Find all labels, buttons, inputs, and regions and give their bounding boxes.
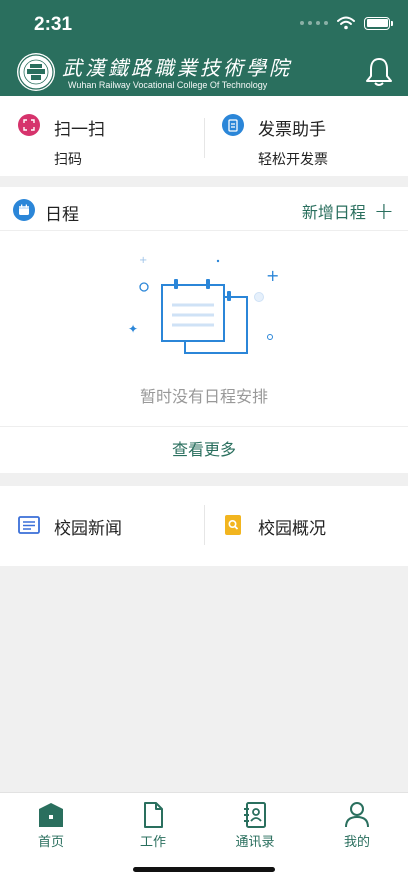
calendar-icon	[13, 199, 35, 221]
home-icon	[39, 803, 63, 827]
schedule-header: 日程 新增日程 +	[0, 187, 408, 231]
college-seal-logo	[17, 53, 55, 91]
header: 2:31 武漢鐵路職業技術學院 Wuhan Railway Vocational…	[0, 0, 408, 96]
schedule-card: 日程 新增日程 + + + ✦ 暂时没有日程安排 查看更多	[0, 187, 408, 473]
tab-home-label: 首页	[37, 835, 64, 850]
signal-dots-icon	[300, 21, 328, 25]
battery-icon	[364, 16, 393, 30]
document-icon	[144, 802, 163, 828]
view-more-link[interactable]: 查看更多	[0, 426, 408, 473]
add-schedule-button[interactable]: 新增日程 +	[302, 199, 394, 223]
user-icon	[345, 802, 369, 828]
tab-work-label: 工作	[139, 835, 166, 850]
quick-divider	[204, 118, 205, 158]
empty-schedule-text: 暂时没有日程安排	[139, 387, 268, 406]
svg-text:+: +	[139, 255, 147, 266]
status-icons	[300, 16, 393, 30]
svg-text:✦: ✦	[128, 322, 138, 336]
invoice-title: 发票助手	[258, 120, 326, 140]
campus-overview-title: 校园概况	[258, 519, 326, 539]
scan-icon	[18, 114, 40, 136]
svg-text:+: +	[266, 266, 279, 285]
tab-mine[interactable]: 我的	[306, 793, 408, 883]
invoice-icon	[222, 114, 244, 136]
scan-subtitle: 扫码	[54, 152, 82, 168]
tab-contacts-label: 通讯录	[235, 835, 275, 850]
invoice-subtitle: 轻松开发票	[258, 152, 328, 168]
campus-overview-link[interactable]: 校园概况	[204, 486, 408, 566]
campus-news-link[interactable]: 校园新闻	[0, 486, 204, 566]
add-schedule-label: 新增日程	[301, 203, 366, 222]
college-name-en: Wuhan Railway Vocational College Of Tech…	[68, 80, 268, 90]
invoice-action[interactable]: 发票助手 轻松开发票	[204, 96, 408, 176]
campus-news-title: 校园新闻	[54, 519, 122, 539]
tab-home[interactable]: 首页	[0, 793, 102, 883]
college-name-cn: 武漢鐵路職業技術學院	[62, 56, 292, 80]
schedule-title: 日程	[45, 205, 79, 225]
news-icon	[18, 516, 40, 534]
campus-overview-icon	[225, 515, 241, 535]
contacts-icon	[244, 802, 266, 828]
info-divider	[204, 505, 205, 545]
scan-action[interactable]: 扫一扫 扫码	[0, 96, 204, 176]
home-indicator[interactable]	[133, 867, 275, 872]
bell-icon[interactable]	[364, 56, 394, 88]
scan-title: 扫一扫	[54, 120, 105, 140]
plus-icon: +	[373, 197, 394, 225]
empty-schedule-illustration: + + ✦	[128, 255, 279, 354]
tab-mine-label: 我的	[343, 835, 370, 850]
status-time: 2:31	[34, 14, 73, 35]
wifi-icon	[337, 16, 355, 30]
